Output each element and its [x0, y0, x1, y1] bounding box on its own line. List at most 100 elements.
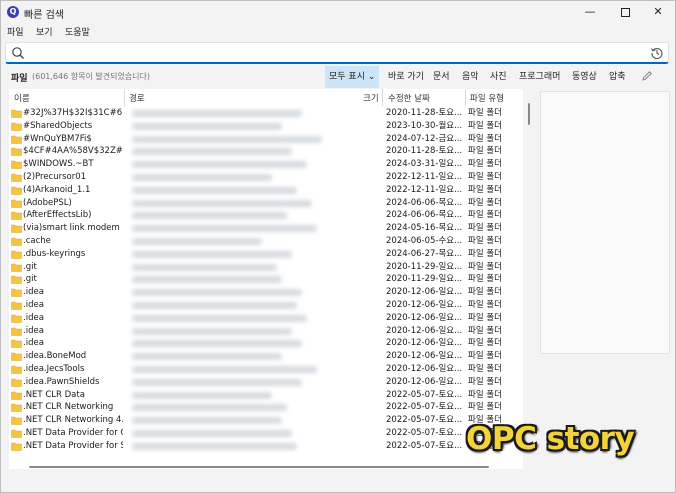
row-name: .idea [23, 312, 44, 323]
blurred-path [132, 148, 292, 156]
row-name: .dbus-keyrings [23, 248, 86, 259]
filter-show-all[interactable]: 모두 표시 ⌄ [325, 66, 380, 88]
folder-icon [11, 135, 22, 144]
folder-icon [11, 314, 22, 323]
column-name[interactable]: 이름 [14, 92, 30, 104]
row-type: 파일 폴더 [468, 159, 502, 170]
filter-photos[interactable]: 사진 [486, 66, 511, 88]
blurred-path [132, 327, 292, 335]
row-type: 파일 폴더 [468, 287, 502, 298]
folder-icon [11, 237, 22, 246]
column-path[interactable]: 경로 [129, 92, 145, 104]
blurred-path [132, 366, 317, 373]
watermark-text: OPC story [466, 421, 635, 457]
folder-icon [11, 122, 22, 131]
title-bar[interactable]: Q 빠른 검색 — ✕ [1, 1, 675, 23]
row-date: 2024-05-16-목요... [386, 223, 463, 234]
row-date: 2020-12-06-일요... [386, 325, 463, 336]
edit-icon[interactable] [641, 70, 653, 82]
vertical-scroll-thumb[interactable] [528, 103, 530, 125]
row-date: 2022-05-07-토요... [386, 389, 463, 400]
filter-programmer[interactable]: 프로그래머 [515, 66, 564, 88]
folder-icon [11, 429, 22, 438]
row-type: 파일 폴더 [468, 210, 502, 221]
blurred-path [132, 135, 322, 143]
folder-icon [11, 301, 22, 310]
row-name: .idea.BoneMod [23, 351, 87, 362]
row-type: 파일 폴더 [468, 235, 502, 246]
column-size[interactable]: 크기 [363, 92, 379, 104]
close-button[interactable]: ✕ [641, 1, 675, 23]
search-input[interactable] [30, 45, 630, 61]
folder-icon [11, 288, 22, 297]
menu-view[interactable]: 보기 [36, 25, 53, 38]
row-type: 파일 폴더 [468, 389, 502, 400]
column-divider[interactable] [382, 89, 383, 106]
preview-pane [540, 91, 670, 354]
blurred-path [132, 404, 287, 412]
row-date: 2020-12-06-일요... [386, 287, 463, 298]
row-date: 2020-12-06-일요... [386, 376, 463, 387]
filter-bar: 파일 (601,646 항목이 발견되었습니다) 모두 표시 ⌄ 바로 가기 문… [1, 66, 675, 88]
row-date: 2024-06-06-목요... [386, 197, 463, 208]
app-logo-icon: Q [7, 6, 19, 18]
column-divider[interactable] [465, 89, 466, 106]
row-name: .idea [23, 287, 44, 298]
blurred-path [132, 276, 282, 284]
search-bar[interactable] [5, 42, 669, 64]
blurred-path [132, 122, 282, 130]
blurred-path [132, 314, 307, 322]
folder-icon [11, 352, 22, 361]
row-name: .git [23, 274, 37, 285]
horizontal-scroll-thumb[interactable] [29, 466, 489, 468]
blurred-path [132, 212, 287, 220]
minimize-button[interactable]: — [573, 1, 607, 23]
table-header: 이름 경로 크기 수정한 날짜 파일 유형 [9, 89, 523, 106]
filter-documents[interactable]: 문서 [429, 66, 454, 88]
row-date: 2022-05-07-토요... [386, 402, 463, 413]
folder-icon [11, 416, 22, 425]
folder-icon [11, 365, 22, 374]
column-date[interactable]: 수정한 날짜 [388, 92, 430, 104]
row-date: 2022-12-11-일요... [386, 171, 463, 182]
filter-archives[interactable]: 압축 [605, 66, 630, 88]
blurred-path [132, 263, 277, 271]
column-type[interactable]: 파일 유형 [470, 92, 504, 104]
row-name: (2)Precursor01 [23, 171, 87, 182]
row-date: 2024-06-27-목요... [386, 248, 463, 259]
row-name: $WINDOWS.~BT [23, 159, 94, 170]
folder-icon [11, 340, 22, 349]
menu-file[interactable]: 파일 [7, 25, 24, 38]
row-name: .idea [23, 338, 44, 349]
blurred-path [132, 353, 282, 361]
menu-help[interactable]: 도움말 [65, 25, 90, 38]
row-type: 파일 폴더 [468, 248, 502, 259]
maximize-button[interactable] [608, 1, 642, 23]
row-date: 2022-05-07-토요... [386, 440, 463, 451]
folder-icon [11, 199, 22, 208]
row-date: 2024-06-05-수요... [386, 235, 463, 246]
row-name: #32J%37H$32I$31C#6... [23, 108, 123, 118]
folder-icon [11, 250, 22, 259]
row-date: 2022-12-11-일요... [386, 184, 463, 195]
blurred-path [132, 161, 307, 169]
blurred-path [132, 378, 302, 386]
results-table: 이름 경로 크기 수정한 날짜 파일 유형 #32J%37H$32I$31C#6… [9, 89, 523, 469]
history-icon[interactable] [650, 46, 664, 60]
maximize-icon [620, 7, 630, 17]
row-type: 파일 폴더 [468, 108, 502, 118]
row-date: 2022-05-07-토요... [386, 427, 463, 438]
row-type: 파일 폴더 [468, 133, 502, 144]
row-name: $4CF#4AA%58V$32Z#3... [23, 146, 123, 157]
folder-icon [11, 148, 22, 157]
row-name: (AdobePSL) [23, 197, 72, 208]
filter-shortcuts[interactable]: 바로 가기 [384, 66, 428, 88]
vertical-scrollbar[interactable] [524, 89, 534, 469]
row-name: .cache [23, 235, 51, 246]
column-divider[interactable] [124, 89, 125, 106]
filter-videos[interactable]: 동영상 [568, 66, 601, 88]
filter-music[interactable]: 음악 [458, 66, 483, 88]
horizontal-scrollbar[interactable] [9, 464, 523, 470]
row-name: (via)smart link modem [23, 223, 120, 234]
row-name: #WnQuYBM7Fi$ [23, 133, 92, 144]
